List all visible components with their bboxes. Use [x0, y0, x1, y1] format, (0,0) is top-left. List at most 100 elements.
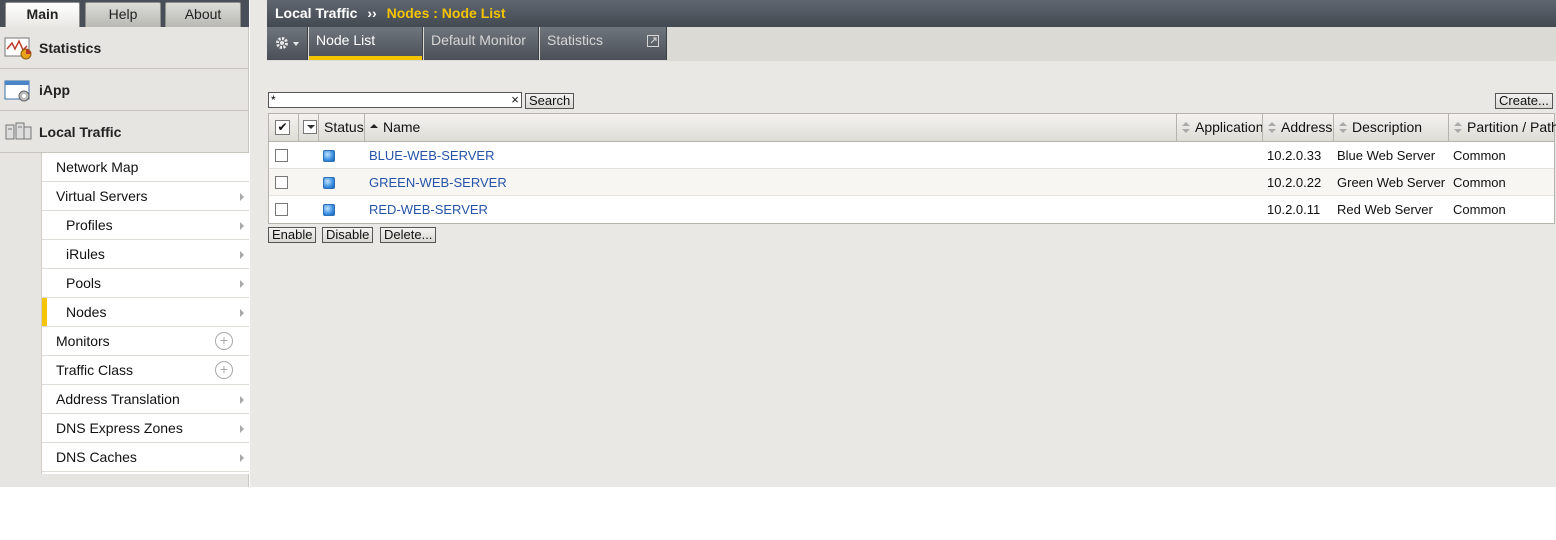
cell-address: 10.2.0.33 — [1267, 148, 1322, 163]
sort-icon — [1182, 122, 1190, 134]
select-all-checkbox[interactable]: ✔ — [275, 120, 290, 135]
table-body: BLUE-WEB-SERVER 10.2.0.33 Blue Web Serve… — [269, 142, 1554, 223]
tab-main[interactable]: Main — [5, 2, 80, 27]
column-header-description[interactable]: Description — [1333, 114, 1448, 141]
tab-about[interactable]: About — [165, 2, 241, 27]
search-button[interactable]: Search — [525, 93, 575, 109]
column-options-button[interactable] — [303, 120, 317, 134]
menu-item-dns-caches[interactable]: DNS Caches — [42, 443, 249, 472]
cell-partition: Common — [1453, 175, 1506, 190]
section-label-iapp: iApp — [39, 81, 71, 98]
enable-button[interactable]: Enable — [268, 227, 317, 243]
menu-item-network-map[interactable]: Network Map — [42, 153, 249, 182]
menu-item-label: Nodes — [66, 304, 107, 320]
cell-partition: Common — [1453, 202, 1506, 217]
gear-icon — [276, 37, 299, 49]
menu-item-nodes[interactable]: Nodes — [42, 298, 249, 327]
delete-button[interactable]: Delete... — [380, 227, 437, 243]
subtab-node-list[interactable]: Node List — [309, 27, 423, 60]
chevron-right-icon — [240, 309, 244, 317]
gear-menu-button[interactable] — [267, 27, 308, 60]
status-available-icon — [323, 204, 335, 216]
node-list-table: ✔ Status Name Application Address Descri… — [268, 113, 1556, 224]
clear-search-icon[interactable]: × — [508, 92, 522, 108]
menu-item-monitors[interactable]: Monitors + — [42, 327, 249, 356]
column-header-name-label: Name — [383, 119, 421, 135]
add-monitor-icon[interactable]: + — [215, 332, 233, 350]
menu-item-traffic-class[interactable]: Traffic Class + — [42, 356, 249, 385]
cell-partition: Common — [1453, 148, 1506, 163]
main-panel: Local Traffic ›› Nodes : Node List Node … — [250, 0, 1556, 487]
section-local-traffic[interactable]: Local Traffic — [0, 111, 249, 153]
breadcrumb-separator: ›› — [367, 5, 377, 21]
row-checkbox[interactable] — [275, 176, 288, 189]
sort-icon — [1268, 122, 1276, 134]
column-header-application[interactable]: Application — [1176, 114, 1264, 141]
menu-item-address-translation[interactable]: Address Translation — [42, 385, 249, 414]
menu-item-profiles[interactable]: Profiles — [42, 211, 249, 240]
node-name-link[interactable]: GREEN-WEB-SERVER — [369, 175, 507, 190]
column-header-partition-label: Partition / Path — [1467, 119, 1556, 135]
table-row: GREEN-WEB-SERVER 10.2.0.22 Green Web Ser… — [269, 169, 1554, 196]
local-traffic-icon — [4, 119, 32, 145]
column-options-cell — [298, 114, 318, 141]
node-list-content: × Search Create... ✔ Status Name Applica… — [267, 61, 1556, 487]
menu-item-pools[interactable]: Pools — [42, 269, 249, 298]
chevron-right-icon — [240, 396, 244, 404]
select-all-cell: ✔ — [269, 114, 298, 141]
create-button[interactable]: Create... — [1495, 93, 1553, 109]
chevron-right-icon — [240, 425, 244, 433]
table-header: ✔ Status Name Application Address Descri… — [269, 114, 1556, 142]
column-header-address-label: Address — [1281, 119, 1333, 135]
section-label-statistics: Statistics — [39, 39, 102, 56]
node-name-link[interactable]: RED-WEB-SERVER — [369, 202, 488, 217]
subtab-bar: Node List Default Monitor Statistics — [267, 27, 1556, 61]
menu-item-virtual-servers[interactable]: Virtual Servers — [42, 182, 249, 211]
cell-description: Green Web Server — [1337, 175, 1446, 190]
breadcrumb: Local Traffic ›› Nodes : Node List — [267, 0, 1556, 27]
subtab-statistics[interactable]: Statistics — [540, 27, 667, 60]
column-header-name[interactable]: Name — [364, 114, 1176, 141]
row-checkbox[interactable] — [275, 203, 288, 216]
section-label-local-traffic: Local Traffic — [39, 123, 122, 140]
chevron-down-icon — [307, 125, 315, 129]
nav-tab-bar: Main Help About — [0, 0, 249, 27]
chevron-right-icon — [240, 222, 244, 230]
breadcrumb-section[interactable]: Local Traffic — [275, 5, 357, 21]
left-navigation-panel: Main Help About Statistics iApp Local Tr… — [0, 0, 249, 487]
column-header-description-label: Description — [1352, 119, 1423, 135]
disable-button[interactable]: Disable — [322, 227, 374, 243]
menu-item-dns-express-zones[interactable]: DNS Express Zones — [42, 414, 249, 443]
section-statistics[interactable]: Statistics — [0, 27, 249, 69]
statistics-icon — [4, 35, 32, 61]
sort-icon — [1454, 122, 1462, 134]
column-header-address[interactable]: Address — [1262, 114, 1333, 141]
menu-item-label: Monitors — [56, 333, 110, 349]
menu-item-label: Virtual Servers — [56, 188, 148, 204]
sort-ascending-icon — [370, 122, 378, 134]
tab-help[interactable]: Help — [85, 2, 161, 27]
search-input[interactable] — [268, 92, 522, 108]
subtab-statistics-label: Statistics — [547, 32, 604, 48]
cell-description: Blue Web Server — [1337, 148, 1436, 163]
menu-item-irules[interactable]: iRules — [42, 240, 249, 269]
subtab-default-monitor[interactable]: Default Monitor — [424, 27, 539, 60]
menu-item-label: Network Map — [56, 159, 139, 175]
add-traffic-class-icon[interactable]: + — [215, 361, 233, 379]
column-header-status[interactable]: Status — [318, 114, 364, 141]
sort-icon — [1339, 122, 1347, 134]
cell-address: 10.2.0.22 — [1267, 175, 1322, 190]
row-checkbox[interactable] — [275, 149, 288, 162]
table-row: RED-WEB-SERVER 10.2.0.11 Red Web Server … — [269, 196, 1554, 223]
menu-item-label: Profiles — [66, 217, 113, 233]
cell-description: Red Web Server — [1337, 202, 1433, 217]
popout-icon — [647, 35, 659, 47]
chevron-right-icon — [240, 454, 244, 462]
status-available-icon — [323, 150, 335, 162]
column-header-partition[interactable]: Partition / Path — [1448, 114, 1556, 141]
local-traffic-submenu: Network Map Virtual Servers Profiles iRu… — [41, 153, 249, 474]
section-iapp[interactable]: iApp — [0, 69, 249, 111]
iapp-icon — [4, 77, 32, 103]
breadcrumb-current: Nodes : Node List — [386, 5, 506, 21]
node-name-link[interactable]: BLUE-WEB-SERVER — [369, 148, 494, 163]
